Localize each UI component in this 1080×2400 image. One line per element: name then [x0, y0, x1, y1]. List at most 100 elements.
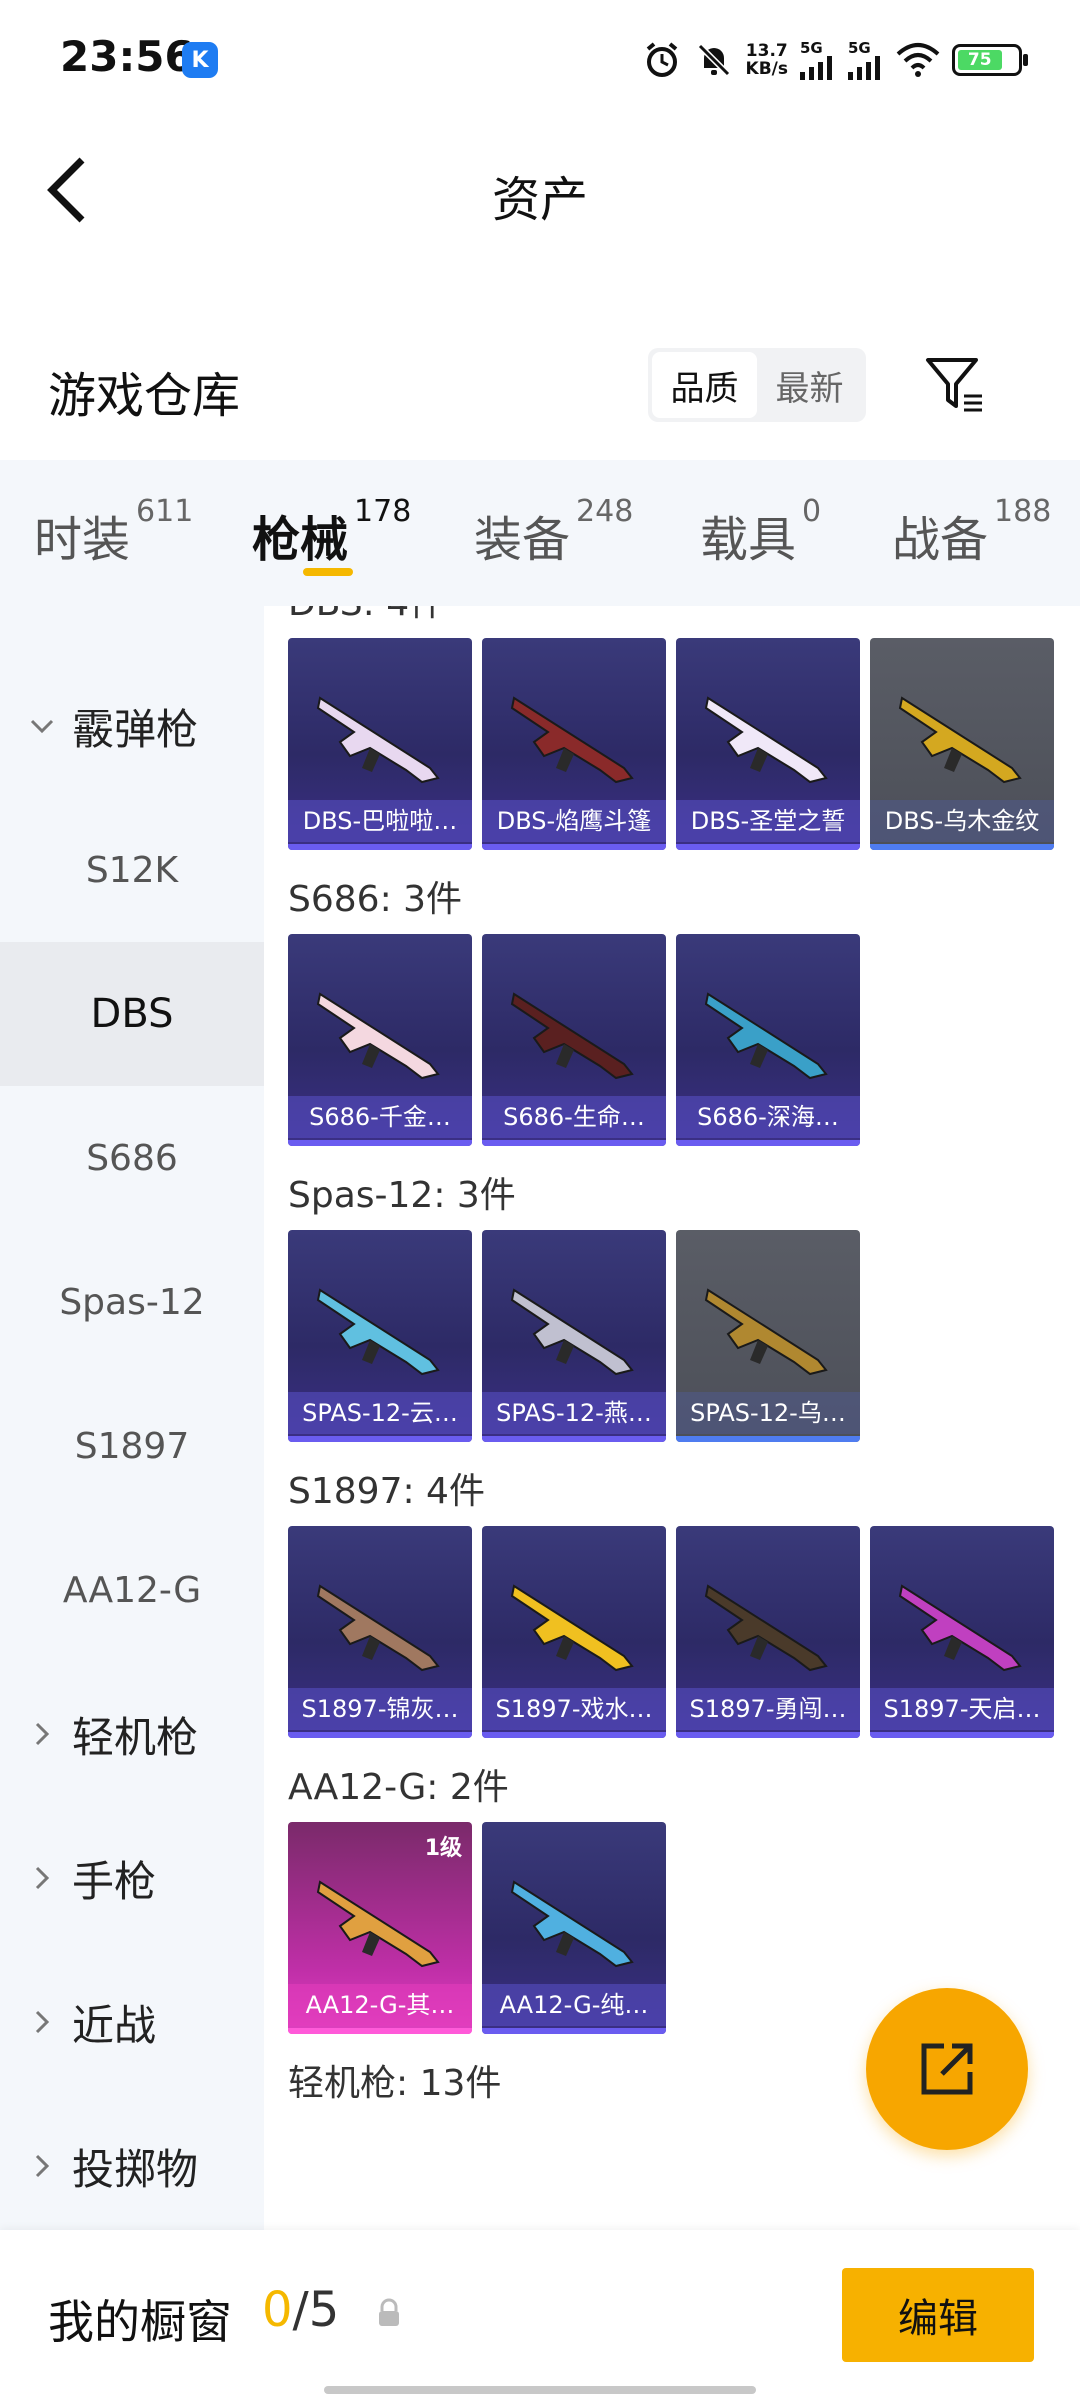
- weapon-icon: [510, 1584, 634, 1672]
- weapon-icon: [898, 696, 1022, 784]
- net-label-1: 5G: [800, 38, 823, 57]
- chevron-right-icon: [35, 1866, 50, 1890]
- weapon-icon: [704, 992, 828, 1080]
- weapon-name: S686-千金…: [288, 1096, 472, 1138]
- weapon-card[interactable]: S686-深海…: [676, 934, 860, 1146]
- signal-icon: [848, 55, 880, 80]
- group-title: S1897: 4件: [288, 1471, 485, 1512]
- weapon-card[interactable]: S1897-锦灰…: [288, 1526, 472, 1738]
- weapon-card[interactable]: DBS-焰鹰斗篷: [482, 638, 666, 850]
- weapon-card[interactable]: DBS-巴啦啦…: [288, 638, 472, 850]
- sort-toggle: 品质 最新: [648, 348, 866, 422]
- group-title: S686: 3件: [288, 879, 463, 920]
- app-badge-icon: K: [182, 42, 218, 78]
- weapon-card[interactable]: SPAS-12-乌…: [676, 1230, 860, 1442]
- sidebar-item-melee[interactable]: 近战: [0, 1950, 264, 2094]
- page-title: 资产: [491, 172, 588, 228]
- warehouse-title: 游戏仓库: [48, 368, 241, 424]
- weapon-card[interactable]: AA12-G-纯…: [482, 1822, 666, 2034]
- status-time: 23:56: [60, 32, 194, 81]
- sidebar-item-s12k[interactable]: S12K: [0, 798, 264, 942]
- weapon-card[interactable]: DBS-乌木金纹: [870, 638, 1054, 850]
- weapon-card[interactable]: S1897-戏水…: [482, 1526, 666, 1738]
- sort-newest-button[interactable]: 最新: [757, 352, 862, 418]
- weapon-card[interactable]: S1897-勇闯…: [676, 1526, 860, 1738]
- weapon-name: AA12-G-纯…: [482, 1984, 666, 2026]
- sidebar-item-dbs[interactable]: DBS: [0, 942, 264, 1086]
- tab-equipment[interactable]: 装备248: [474, 494, 633, 570]
- weapon-icon: [316, 1288, 440, 1376]
- active-tab-indicator: [303, 568, 353, 576]
- weapon-name: AA12-G-其…: [288, 1984, 472, 2026]
- filter-icon: [926, 358, 982, 412]
- sidebar-item-label: DBS: [90, 991, 174, 1037]
- weapon-card[interactable]: AA12-G-其… 1级: [288, 1822, 472, 2034]
- sidebar-item-label: AA12-G: [62, 1569, 202, 1611]
- showcase-count: 0/5: [262, 2282, 339, 2338]
- weapon-card[interactable]: SPAS-12-燕…: [482, 1230, 666, 1442]
- showcase-bar: 我的橱窗 0/5 编辑: [0, 2230, 1080, 2400]
- weapon-grid: DBS: 4件 DBS-巴啦啦…DBS-焰鹰斗篷DBS-圣堂之誓DBS-乌木金纹 S…: [264, 606, 1080, 2230]
- weapon-card[interactable]: DBS-圣堂之誓: [676, 638, 860, 850]
- tab-fashion[interactable]: 时装611: [34, 494, 193, 570]
- tab-count: 248: [576, 494, 634, 529]
- rarity-stripe: [482, 2028, 666, 2034]
- status-bar: 23:56 K 13.7 KB/s 5G 5G 75: [0, 0, 1080, 120]
- status-icons: 13.7 KB/s 5G 5G 75: [642, 36, 1028, 84]
- weapon-name: DBS-巴啦啦…: [288, 800, 472, 842]
- weapon-icon: [510, 1880, 634, 1968]
- weapon-icon: [316, 696, 440, 784]
- weapon-icon: [704, 1584, 828, 1672]
- showcase-total: /5: [292, 2282, 340, 2338]
- weapon-name: S686-深海…: [676, 1096, 860, 1138]
- sidebar-item-label: Spas-12: [59, 1281, 205, 1323]
- tab-count: 611: [136, 494, 194, 529]
- weapon-card[interactable]: S686-千金…: [288, 934, 472, 1146]
- rarity-stripe: [482, 1732, 666, 1738]
- weapon-name: DBS-圣堂之誓: [676, 800, 860, 842]
- weapon-icon: [704, 696, 828, 784]
- card-row: S686-千金… S686-生命… S686-深海…: [288, 934, 1080, 1146]
- weapon-card[interactable]: S686-生命…: [482, 934, 666, 1146]
- sidebar-item-pistol[interactable]: 手枪: [0, 1806, 264, 1950]
- filter-button[interactable]: [920, 350, 990, 420]
- sidebar-item-label: 霰弹枪: [72, 704, 199, 754]
- share-button[interactable]: [866, 1988, 1028, 2150]
- weapon-name: S686-生命…: [482, 1096, 666, 1138]
- sort-quality-button[interactable]: 品质: [652, 352, 757, 418]
- sidebar-item-s1897[interactable]: S1897: [0, 1374, 264, 1518]
- speed-value: 13.7: [745, 41, 788, 61]
- rarity-stripe: [482, 1436, 666, 1442]
- weapon-card[interactable]: S1897-天启…: [870, 1526, 1054, 1738]
- sidebar-item-throwable[interactable]: 投掷物: [0, 2094, 264, 2238]
- sidebar-item-spas12[interactable]: Spas-12: [0, 1230, 264, 1374]
- sidebar-item-label: S12K: [85, 849, 179, 891]
- weapon-name: SPAS-12-燕…: [482, 1392, 666, 1434]
- weapon-card[interactable]: SPAS-12-云…: [288, 1230, 472, 1442]
- chevron-right-icon: [35, 2154, 50, 2178]
- tab-supplies[interactable]: 战备188: [892, 494, 1051, 570]
- edit-button[interactable]: 编辑: [842, 2268, 1034, 2362]
- rarity-stripe: [288, 1732, 472, 1738]
- weapon-group: DBS: 4件 DBS-巴啦啦…DBS-焰鹰斗篷DBS-圣堂之誓DBS-乌木金纹: [264, 606, 1080, 850]
- sidebar-item-shotgun[interactable]: 霰弹枪: [0, 654, 264, 798]
- speed-unit: KB/s: [745, 59, 788, 79]
- tab-label: 枪械: [252, 512, 349, 568]
- tab-vehicles[interactable]: 载具0: [700, 494, 821, 570]
- weapon-icon: [898, 1584, 1022, 1672]
- tab-label: 时装: [34, 512, 131, 568]
- sidebar-item-label: S686: [86, 1137, 178, 1179]
- weapon-icon: [704, 1288, 828, 1376]
- sidebar-item-s686[interactable]: S686: [0, 1086, 264, 1230]
- sidebar-item-lmg[interactable]: 轻机枪: [0, 1662, 264, 1806]
- chevron-right-icon: [35, 1722, 50, 1746]
- weapon-name: S1897-戏水…: [482, 1688, 666, 1730]
- group-title: DBS: 4件: [288, 606, 1080, 632]
- rarity-stripe: [676, 1140, 860, 1146]
- weapon-name: DBS-乌木金纹: [870, 800, 1054, 842]
- sidebar-item-label: 手枪: [72, 1856, 157, 1906]
- sidebar-item-aa12g[interactable]: AA12-G: [0, 1518, 264, 1662]
- rarity-stripe: [288, 844, 472, 850]
- weapon-icon: [510, 696, 634, 784]
- tab-firearms[interactable]: 枪械178: [252, 494, 411, 570]
